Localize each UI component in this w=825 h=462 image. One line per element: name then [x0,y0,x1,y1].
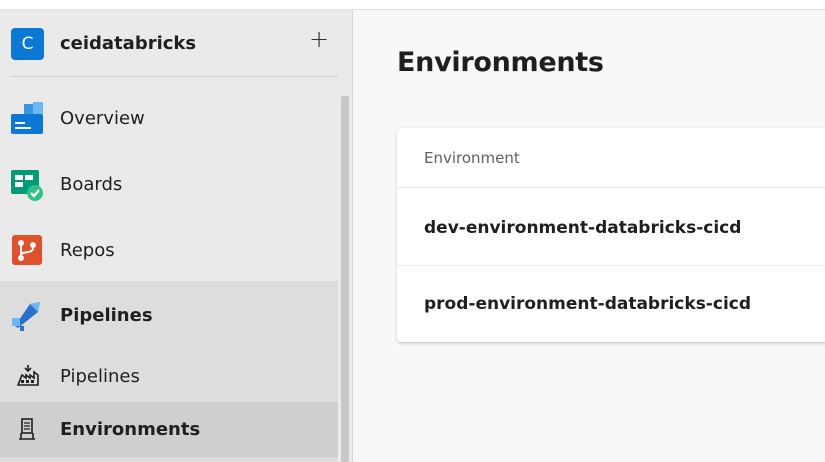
org-name[interactable]: ceidatabricks [60,33,196,54]
divider [11,76,338,77]
environment-name[interactable]: dev-environment-databricks-cicd [424,218,741,238]
page-title: Environments [397,47,604,78]
sidebar-subitem-pipelines[interactable]: Pipelines [0,348,338,404]
add-icon[interactable]: + [306,25,332,53]
sidebar-item-label: Boards [60,173,123,195]
pipelines-sub-icon [16,365,39,386]
environment-name[interactable]: prod-environment-databricks-cicd [424,294,751,314]
org-avatar[interactable]: C [11,28,44,60]
overview-icon [11,102,43,134]
pipelines-icon [12,302,40,331]
sidebar-item-label: Pipelines [60,365,140,387]
boards-icon [11,170,43,201]
table-row[interactable]: prod-environment-databricks-cicd [397,265,825,342]
sidebar-subitem-environments[interactable]: Environments [0,402,338,457]
sidebar: C ceidatabricks + Overview Boards Repos … [0,10,353,462]
sidebar-item-label: Overview [60,107,145,129]
top-bar [0,0,825,10]
environments-table: Environment dev-environment-databricks-c… [397,128,825,342]
sidebar-item-label: Pipelines [60,304,153,326]
org-header[interactable]: C ceidatabricks + [0,10,340,76]
sidebar-item-label: Repos [60,239,115,261]
environments-icon [19,417,35,440]
sidebar-item-repos[interactable]: Repos [0,219,338,281]
sidebar-item-boards[interactable]: Boards [0,153,338,215]
sidebar-item-pipelines[interactable]: Pipelines [0,284,338,346]
repos-icon [12,235,42,265]
sidebar-scrollbar[interactable] [341,96,349,462]
sidebar-item-overview[interactable]: Overview [0,87,338,149]
sidebar-item-label: Environments [60,419,201,440]
column-header-environment[interactable]: Environment [424,149,520,167]
table-row[interactable]: dev-environment-databricks-cicd [397,187,825,265]
